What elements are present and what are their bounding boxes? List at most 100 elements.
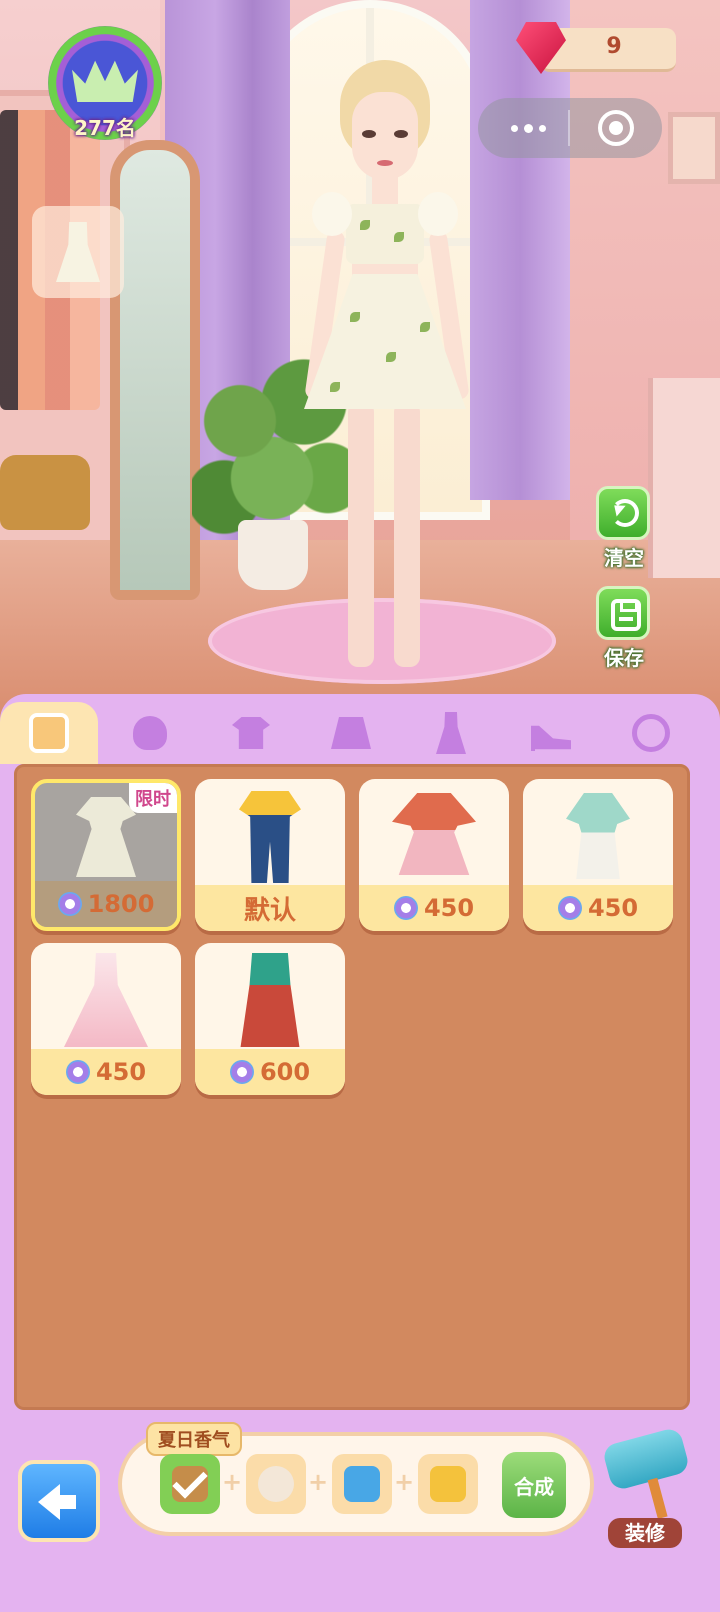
gown-icon [64, 953, 148, 1047]
tab-outfit[interactable] [0, 702, 98, 764]
overalls-icon [239, 791, 301, 883]
material-slot[interactable] [332, 1454, 392, 1514]
outfit-image [195, 779, 345, 883]
plus-icon: + [222, 1468, 243, 1496]
mini-program-capsule [478, 98, 662, 158]
character-sleeve-left [312, 192, 352, 236]
qipao-icon [566, 793, 630, 879]
wall-frame [668, 112, 720, 184]
tab-top[interactable] [202, 702, 300, 764]
tab-skirt[interactable] [302, 702, 400, 764]
plus-icon: + [308, 1468, 329, 1496]
price-value: 600 [259, 1058, 311, 1086]
synthesis-title: 夏日香气 [146, 1422, 242, 1456]
price-bar: 1800 [35, 881, 177, 927]
price-bar: 450 [359, 885, 509, 931]
material-slot[interactable] [418, 1454, 478, 1514]
current-outfit-thumbnail[interactable] [32, 206, 124, 298]
rank-badge[interactable]: 277名 [48, 26, 162, 140]
rank-label: 277名 [74, 116, 136, 140]
hair-icon [133, 716, 167, 750]
tab-accessory[interactable] [602, 702, 700, 764]
material-slot[interactable] [160, 1454, 220, 1514]
outfit-item[interactable]: 默认 [195, 779, 345, 931]
back-button[interactable] [18, 1460, 100, 1542]
category-tabs [0, 702, 720, 764]
price-bar: 450 [31, 1049, 181, 1095]
material-slot[interactable] [246, 1454, 306, 1514]
hanfu-icon [240, 953, 300, 1047]
avatar-character[interactable] [290, 52, 490, 682]
dress-icon [56, 222, 100, 282]
outfit-image [359, 779, 509, 883]
character-sleeve-right [418, 192, 458, 236]
shirt-coin-icon [229, 1060, 254, 1084]
outfit-image [523, 779, 673, 883]
vine-print [360, 220, 370, 230]
save-button[interactable]: 保存 [596, 586, 652, 671]
tab-dress[interactable] [402, 702, 500, 764]
save-label: 保存 [604, 646, 644, 670]
compose-button[interactable]: 合成 [502, 1452, 566, 1518]
outfit-item[interactable]: 限时 1800 [31, 779, 181, 931]
character-face [352, 92, 418, 180]
gem-counter[interactable]: 9 [516, 22, 676, 74]
outfit-image [195, 943, 345, 1047]
outfit-grid: 限时 1800 默认 450 450 450 600 [14, 764, 690, 1410]
vine-print [394, 232, 404, 242]
crown-icon [72, 60, 138, 102]
save-icon [611, 599, 641, 631]
back-arrow-icon [38, 1484, 76, 1520]
paint-roller-icon [601, 1426, 691, 1492]
price-value: 450 [423, 894, 475, 922]
cream-icon [430, 1466, 466, 1502]
dress-icon [392, 793, 476, 875]
save-button-frame [596, 586, 650, 640]
more-icon[interactable] [500, 114, 556, 142]
side-table [648, 378, 720, 578]
gem-count: 9 [606, 34, 622, 59]
vine-print [386, 352, 396, 362]
price-value: 450 [587, 894, 639, 922]
outfit-icon [29, 713, 69, 753]
character-crop-top [346, 204, 424, 264]
shirt-coin-icon [57, 892, 82, 916]
tab-hair[interactable] [101, 702, 199, 764]
character-eye-left [362, 130, 376, 138]
clear-button[interactable]: 清空 [596, 486, 652, 571]
plus-icon: + [394, 1468, 415, 1496]
outfit-image [31, 943, 181, 1047]
outfit-item[interactable]: 450 [31, 943, 181, 1095]
synthesis-bar: 夏日香气 + + + 合成 [118, 1422, 594, 1536]
tab-shoes[interactable] [502, 702, 600, 764]
shirt-coin-icon [393, 896, 418, 920]
top-icon [232, 717, 270, 749]
character-lips [377, 160, 393, 166]
standing-mirror [110, 140, 200, 600]
limited-tag: 限时 [129, 783, 177, 813]
decorate-label: 装修 [608, 1518, 682, 1548]
character-leg-left [348, 402, 374, 667]
capsule-divider [568, 110, 570, 146]
outfit-item[interactable]: 600 [195, 943, 345, 1095]
vine-print [420, 322, 430, 332]
vine-print [330, 382, 340, 392]
wool-icon [258, 1466, 294, 1502]
dress-icon [76, 797, 136, 877]
gift-box-icon [344, 1466, 380, 1502]
price-bar: 600 [195, 1049, 345, 1095]
price-value: 450 [95, 1058, 147, 1086]
outfit-item[interactable]: 450 [523, 779, 673, 931]
dress-icon [436, 712, 466, 754]
shirt-coin-icon [65, 1060, 90, 1084]
handbag [0, 455, 90, 530]
character-eye-right [394, 130, 408, 138]
undo-icon [611, 499, 639, 527]
decorate-button[interactable]: 装修 [601, 1426, 712, 1550]
close-target-icon[interactable] [598, 110, 634, 146]
shirt-coin-icon [557, 896, 582, 920]
default-label: 默认 [243, 895, 296, 926]
character-neck [372, 177, 398, 207]
outfit-item[interactable]: 450 [359, 779, 509, 931]
character-leg-right [394, 402, 420, 667]
